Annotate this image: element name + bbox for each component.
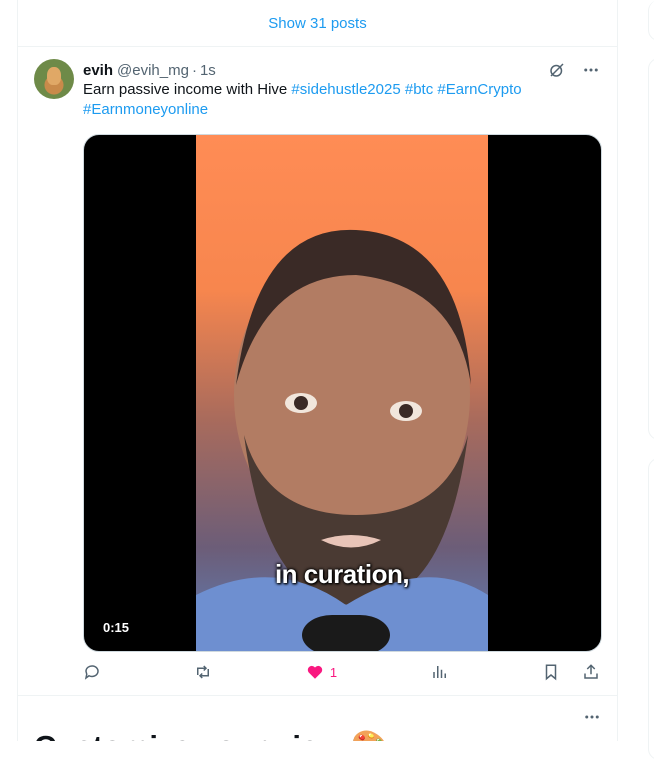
hashtag-link[interactable]: #Earnmoneyonline	[83, 101, 208, 118]
like-icon	[307, 665, 323, 679]
tweet-body-text: Earn passive income with Hive	[83, 81, 292, 98]
show-new-posts-button[interactable]: Show 31 posts	[18, 0, 617, 47]
author-handle[interactable]: @evih_mg	[117, 62, 189, 79]
hashtag-link[interactable]: #btc	[405, 81, 433, 98]
video-frame[interactable]: in curation,	[196, 135, 488, 651]
grok-icon[interactable]	[547, 60, 567, 80]
like-count: 1	[329, 664, 338, 680]
video-duration: 0:15	[97, 618, 136, 637]
repost-button[interactable]	[194, 663, 212, 681]
tweet[interactable]: evih @evih_mg · 1s Earn passive income w…	[18, 47, 617, 696]
avatar[interactable]	[34, 59, 74, 99]
views-icon	[432, 666, 446, 678]
customize-title: Customize your view 🎨	[34, 728, 390, 741]
timeline: Show 31 posts evih @evih_mg · 1s Earn pa…	[17, 0, 618, 741]
timestamp[interactable]: 1s	[200, 62, 216, 79]
tweet-text: Earn passive income with Hive #sidehustl…	[83, 80, 583, 120]
tweet-actions: 1	[83, 657, 600, 687]
separator-dot: ·	[191, 61, 197, 79]
hashtag-link[interactable]: #sidehustle2025	[291, 81, 400, 98]
bookmark-share-group	[542, 663, 600, 681]
right-sidebar-card	[648, 58, 654, 440]
customize-title-text: Customize your view	[34, 729, 342, 741]
views-button[interactable]	[431, 663, 449, 681]
repost-icon	[197, 665, 210, 679]
video-player[interactable]: in curation, 0:15	[83, 134, 602, 652]
hashtag-link[interactable]: #EarnCrypto	[437, 81, 521, 98]
reply-icon	[84, 665, 99, 680]
right-sidebar-card	[648, 458, 654, 760]
bookmark-button[interactable]	[542, 663, 560, 681]
reply-button[interactable]	[83, 663, 101, 681]
like-button[interactable]: 1	[306, 663, 337, 681]
author-name[interactable]: evih	[83, 62, 113, 79]
video-caption: in curation,	[274, 559, 410, 589]
tweet-header: evih @evih_mg · 1s	[83, 60, 601, 80]
palette-emoji: 🎨	[351, 729, 390, 741]
customize-view-section: Customize your view 🎨	[18, 694, 617, 741]
bookmark-icon	[545, 664, 557, 681]
share-icon	[584, 664, 598, 679]
more-icon[interactable]	[581, 60, 601, 80]
right-sidebar-card	[648, 0, 654, 41]
share-button[interactable]	[582, 663, 600, 681]
more-icon[interactable]	[583, 708, 601, 731]
